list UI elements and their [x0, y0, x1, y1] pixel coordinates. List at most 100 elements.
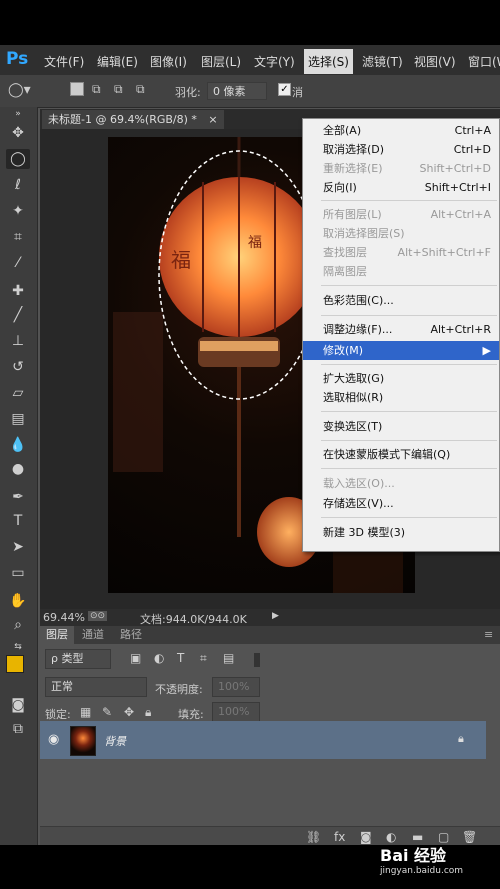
foreground-color-swatch[interactable]: [6, 655, 24, 673]
blend-mode-select[interactable]: 正常: [45, 677, 147, 697]
menu-image[interactable]: 图像(I): [150, 53, 187, 70]
collapse-icon[interactable]: »: [6, 109, 30, 119]
lasso-tool-icon[interactable]: ℓ: [6, 175, 30, 195]
fill-input[interactable]: 100%: [212, 702, 260, 722]
opacity-input[interactable]: 100%: [212, 677, 260, 697]
tools-panel: » ✥ ◯ ℓ ✦ ⌗ ⁄ ✚ ╱ ⊥ ↺ ▱ ▤ 💧 ● ✒ T ➤ ▭ ✋ …: [0, 107, 38, 845]
lock-all-icon[interactable]: 🔒︎: [145, 705, 151, 720]
watermark-logo-text: Bai 经验: [380, 846, 447, 865]
tab-paths[interactable]: 路径: [114, 626, 148, 644]
eraser-tool-icon[interactable]: ▱: [6, 383, 30, 403]
move-tool-icon[interactable]: ✥: [6, 123, 30, 143]
lock-label: 锁定:: [45, 708, 71, 721]
lock-position-icon[interactable]: ✥: [124, 705, 134, 719]
filter-smart-object-icon[interactable]: ▤: [223, 651, 234, 665]
hand-tool-icon[interactable]: ✋: [6, 591, 30, 611]
menu-item-save-selection[interactable]: 存储选区(V)...: [303, 494, 499, 513]
menu-item-reselect[interactable]: 重新选择(E) Shift+Ctrl+D: [303, 159, 499, 178]
close-icon[interactable]: ×: [208, 113, 217, 126]
eyedropper-tool-icon[interactable]: ⁄: [6, 253, 30, 273]
healing-brush-tool-icon[interactable]: ✚: [6, 281, 30, 301]
magic-wand-tool-icon[interactable]: ✦: [6, 201, 30, 221]
new-selection-icon[interactable]: [70, 82, 84, 96]
brush-tool-icon[interactable]: ╱: [6, 305, 30, 325]
menu-item-similar[interactable]: 选取相似(R): [303, 388, 499, 407]
quick-mask-icon[interactable]: ◙: [6, 695, 30, 715]
menu-file[interactable]: 文件(F): [44, 53, 84, 70]
menu-item-inverse[interactable]: 反向(I) Shift+Ctrl+I: [303, 178, 499, 197]
link-layers-icon[interactable]: ⛓: [306, 830, 321, 844]
visibility-eye-icon[interactable]: ◉: [48, 732, 59, 747]
menu-item-quick-mask[interactable]: 在快速蒙版模式下编辑(Q): [303, 445, 499, 464]
menu-item-all-layers[interactable]: 所有图层(L) Alt+Ctrl+A: [303, 205, 499, 224]
filter-shape-icon[interactable]: ⌗: [200, 651, 207, 666]
document-tab-label: 未标题-1 @ 69.4%(RGB/8) *: [48, 113, 197, 126]
menu-item-new-3d-model[interactable]: 新建 3D 模型(3): [303, 523, 499, 542]
filter-type-icon[interactable]: T: [177, 651, 184, 665]
menu-separator: [321, 200, 497, 201]
elliptical-marquee-tool-icon[interactable]: ◯: [6, 149, 30, 169]
menu-separator: [321, 364, 497, 365]
type-tool-icon[interactable]: T: [6, 511, 30, 531]
screen-mode-icon[interactable]: ⧉: [6, 719, 30, 739]
lock-pixels-icon[interactable]: ✎: [102, 705, 112, 719]
zoom-tool-icon[interactable]: ⌕: [6, 615, 30, 635]
layer-style-icon[interactable]: fx: [334, 830, 345, 844]
feather-input[interactable]: 0 像素: [207, 82, 267, 100]
tab-channels[interactable]: 通道: [76, 626, 110, 644]
intersect-selection-icon[interactable]: ⧉: [136, 82, 145, 97]
blur-tool-icon[interactable]: 💧: [6, 435, 30, 455]
history-brush-tool-icon[interactable]: ↺: [6, 357, 30, 377]
zoom-level[interactable]: 69.44%: [43, 611, 85, 624]
panel-menu-icon[interactable]: ≡: [484, 628, 493, 641]
menu-item-deselect-layers[interactable]: 取消选择图层(S): [303, 224, 499, 243]
antialias-checkbox[interactable]: ✓: [278, 83, 291, 96]
status-arrow-icon[interactable]: ▶: [272, 611, 279, 621]
crop-tool-icon[interactable]: ⌗: [6, 227, 30, 247]
filter-adjustment-icon[interactable]: ◐: [154, 651, 164, 665]
document-tab[interactable]: 未标题-1 @ 69.4%(RGB/8) * ×: [42, 110, 224, 129]
menu-filter[interactable]: 滤镜(T): [362, 53, 403, 70]
swap-colors-icon[interactable]: ⇆: [6, 637, 30, 657]
filter-toggle[interactable]: [254, 653, 260, 667]
menu-edit[interactable]: 编辑(E): [97, 53, 138, 70]
status-bar: 69.44% ⊙⊙ 文档:944.0K/944.0K ▶: [40, 609, 500, 626]
menu-item-modify[interactable]: 修改(M) ▶: [303, 341, 499, 360]
menu-item-color-range[interactable]: 色彩范围(C)...: [303, 291, 499, 310]
layer-filter-select[interactable]: ρ 类型: [45, 649, 111, 669]
menu-select[interactable]: 选择(S): [304, 49, 353, 74]
filter-pixel-icon[interactable]: ▣: [130, 651, 141, 665]
menu-bar: Ps 文件(F) 编辑(E) 图像(I) 图层(L) 文字(Y) 选择(S) 滤…: [0, 45, 500, 75]
menu-item-deselect[interactable]: 取消选择(D) Ctrl+D: [303, 140, 499, 159]
pen-tool-icon[interactable]: ✒: [6, 487, 30, 507]
menu-separator: [321, 411, 497, 412]
delete-layer-icon[interactable]: 🗑︎: [462, 830, 477, 844]
path-selection-tool-icon[interactable]: ➤: [6, 537, 30, 557]
rectangle-tool-icon[interactable]: ▭: [6, 563, 30, 583]
clone-stamp-tool-icon[interactable]: ⊥: [6, 331, 30, 351]
add-selection-icon[interactable]: ⧉: [92, 82, 101, 97]
menu-item-all[interactable]: 全部(A) Ctrl+A: [303, 121, 499, 140]
menu-item-load-selection[interactable]: 载入选区(O)...: [303, 474, 499, 493]
menu-window[interactable]: 窗口(W): [468, 53, 500, 70]
tab-layers[interactable]: 图层: [40, 626, 74, 644]
menu-view[interactable]: 视图(V): [414, 53, 456, 70]
lock-transparent-icon[interactable]: ▦: [80, 705, 91, 719]
subtract-selection-icon[interactable]: ⧉: [114, 82, 123, 97]
dodge-tool-icon[interactable]: ●: [6, 459, 30, 479]
opacity-label: 不透明度:: [155, 683, 203, 696]
layer-row-background[interactable]: ◉ 背景 🔒︎: [40, 721, 486, 759]
menu-type[interactable]: 文字(Y): [254, 53, 295, 70]
status-icon[interactable]: ⊙⊙: [88, 611, 108, 621]
menu-item-find-layers[interactable]: 查找图层 Alt+Shift+Ctrl+F: [303, 243, 499, 262]
gradient-tool-icon[interactable]: ▤: [6, 409, 30, 429]
menu-item-transform-selection[interactable]: 变换选区(T): [303, 417, 499, 436]
menu-item-grow[interactable]: 扩大选取(G): [303, 369, 499, 388]
add-mask-icon[interactable]: ◙: [360, 830, 372, 844]
marquee-ellipse-icon[interactable]: ◯▾: [8, 82, 31, 98]
menu-separator: [321, 285, 497, 286]
layer-name[interactable]: 背景: [104, 733, 126, 749]
menu-layer[interactable]: 图层(L): [201, 53, 241, 70]
menu-item-isolate-layers[interactable]: 隔离图层: [303, 262, 499, 281]
menu-item-refine-edge[interactable]: 调整边缘(F)... Alt+Ctrl+R: [303, 320, 499, 339]
